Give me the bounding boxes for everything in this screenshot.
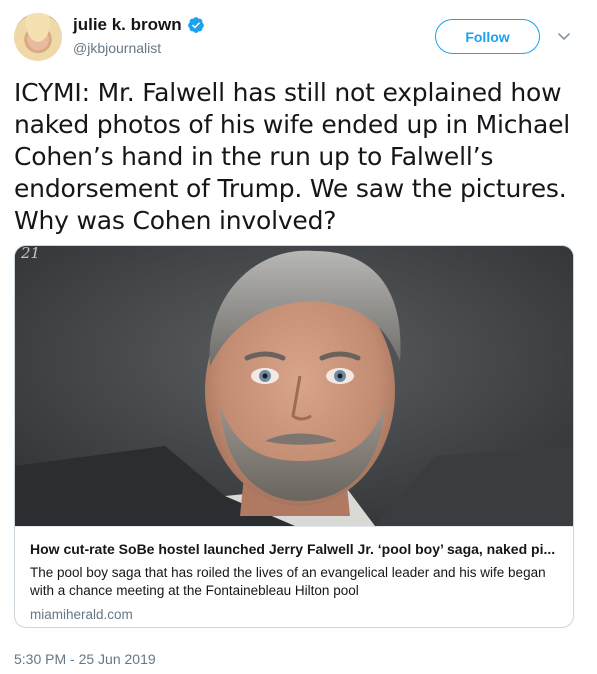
verified-badge-icon	[187, 17, 204, 33]
card-title[interactable]: How cut-rate SoBe hostel launched Jerry …	[30, 541, 558, 557]
card-description: The pool boy saga that has roiled the li…	[30, 565, 546, 598]
author-handle[interactable]: @jkbjournalist	[73, 40, 161, 56]
tweet-text: ICYMI: Mr. Falwell has still not explain…	[14, 78, 570, 235]
tweet: julie k. brown @jkbjournalist Follow ICY…	[0, 0, 597, 674]
card-domain: miamiherald.com	[30, 607, 133, 622]
avatar[interactable]	[14, 13, 62, 61]
card-image[interactable]: 21	[15, 246, 573, 526]
link-card[interactable]: 21 How cut-rate SoBe hostel launched Jer…	[14, 245, 574, 628]
follow-button[interactable]: Follow	[435, 19, 540, 54]
tweet-timestamp[interactable]: 5:30 PM - 25 Jun 2019	[14, 651, 156, 667]
image-overlay-text: 21	[20, 246, 40, 262]
chevron-down-icon[interactable]	[556, 28, 572, 44]
card-photo: 21	[15, 246, 573, 526]
author-name-row[interactable]: julie k. brown	[73, 15, 205, 35]
display-name[interactable]: julie k. brown	[73, 15, 182, 35]
card-body[interactable]: How cut-rate SoBe hostel launched Jerry …	[15, 526, 573, 627]
